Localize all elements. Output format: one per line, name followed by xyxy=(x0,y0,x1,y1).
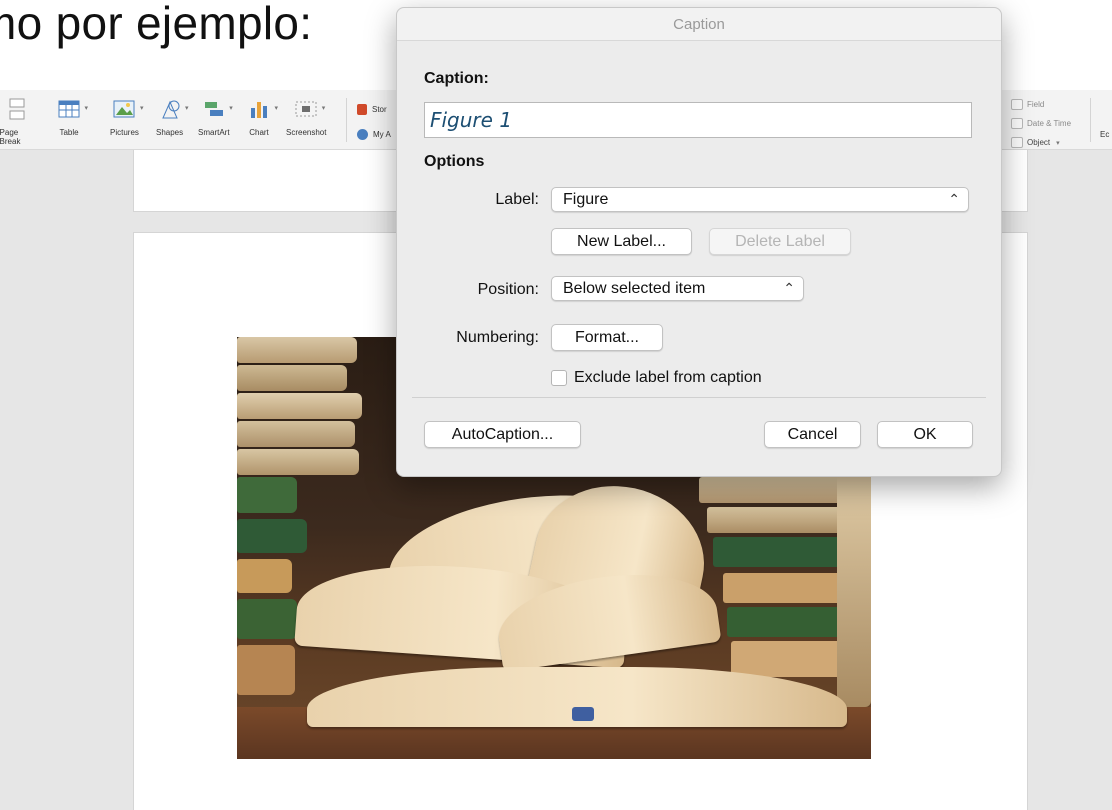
object-icon xyxy=(1011,137,1023,148)
date-time-icon xyxy=(1011,118,1023,129)
ribbon-cut-button[interactable]: Ec xyxy=(1100,130,1109,139)
ribbon-table-button[interactable]: ▾ Table xyxy=(58,98,88,137)
chart-icon: ▾ xyxy=(248,98,278,120)
ok-button[interactable]: OK xyxy=(877,421,973,448)
ribbon-divider xyxy=(1090,98,1091,142)
label-field-label: Label: xyxy=(495,191,539,208)
options-heading: Options xyxy=(424,153,485,170)
ribbon-date-time-button[interactable]: Date & Time xyxy=(1011,118,1071,129)
pictures-icon: ▾ xyxy=(113,98,143,120)
ribbon-label: Table xyxy=(59,128,79,137)
label-select-value: Figure xyxy=(563,191,609,208)
dialog-divider xyxy=(412,397,986,398)
shapes-icon: ▾ xyxy=(159,98,189,120)
table-icon: ▾ xyxy=(58,98,88,120)
up-down-chevron-icon: ⌃ xyxy=(948,191,960,207)
cancel-button[interactable]: Cancel xyxy=(764,421,861,448)
page-break-icon xyxy=(6,98,28,120)
ribbon-label: Shapes xyxy=(156,128,184,137)
caption-dialog: Caption Caption: Figure 1 Options Label:… xyxy=(396,7,1002,477)
exclude-label-checkbox[interactable] xyxy=(551,370,567,386)
ribbon-smartart-button[interactable]: ▾ SmartArt xyxy=(198,98,233,137)
ribbon-shapes-button[interactable]: ▾ Shapes xyxy=(156,98,189,137)
position-select[interactable]: Below selected item ⌃ xyxy=(551,276,804,301)
format-button[interactable]: Format... xyxy=(551,324,663,351)
dialog-title: Caption xyxy=(397,8,1001,41)
exclude-label-text: Exclude label from caption xyxy=(574,369,762,386)
position-label: Position: xyxy=(477,281,539,298)
delete-label-button[interactable]: Delete Label xyxy=(709,228,851,255)
ribbon-pictures-button[interactable]: ▾ Pictures xyxy=(110,98,143,137)
smartart-icon: ▾ xyxy=(203,98,233,120)
field-icon xyxy=(1011,99,1023,110)
ribbon-label: Pictures xyxy=(110,128,139,137)
autocaption-button[interactable]: AutoCaption... xyxy=(424,421,581,448)
chevron-down-icon: ▾ xyxy=(1056,139,1060,147)
caption-input[interactable]: Figure 1 xyxy=(424,102,972,138)
ribbon-label: Chart xyxy=(249,128,269,137)
numbering-label: Numbering: xyxy=(456,329,539,346)
ribbon-store-button[interactable]: Stor xyxy=(357,104,387,115)
ribbon-chart-button[interactable]: ▾ Chart xyxy=(248,98,278,137)
ribbon-page-break-button[interactable]: Page Break xyxy=(0,98,28,146)
ribbon-divider xyxy=(346,98,347,142)
up-down-chevron-icon: ⌃ xyxy=(783,280,795,296)
addins-icon xyxy=(357,129,368,140)
ribbon-label: SmartArt xyxy=(198,128,230,137)
label-select[interactable]: Figure ⌃ xyxy=(551,187,969,212)
slide-heading: mo por ejemplo: xyxy=(0,0,313,49)
new-label-button[interactable]: New Label... xyxy=(551,228,692,255)
caption-label: Caption: xyxy=(424,70,489,87)
screenshot-icon: ▾ xyxy=(295,98,325,120)
ribbon-my-addins-button[interactable]: My A xyxy=(357,129,391,140)
store-icon xyxy=(357,104,367,115)
ribbon-screenshot-button[interactable]: ▾ Screenshot xyxy=(286,98,326,137)
ribbon-label: Screenshot xyxy=(286,128,327,137)
ribbon-object-button[interactable]: Object ▾ xyxy=(1011,137,1060,148)
ribbon-field-button[interactable]: Field xyxy=(1011,99,1044,110)
ribbon-label: Page Break xyxy=(0,128,21,146)
exclude-label-row[interactable]: Exclude label from caption xyxy=(551,369,762,387)
position-select-value: Below selected item xyxy=(563,280,706,297)
